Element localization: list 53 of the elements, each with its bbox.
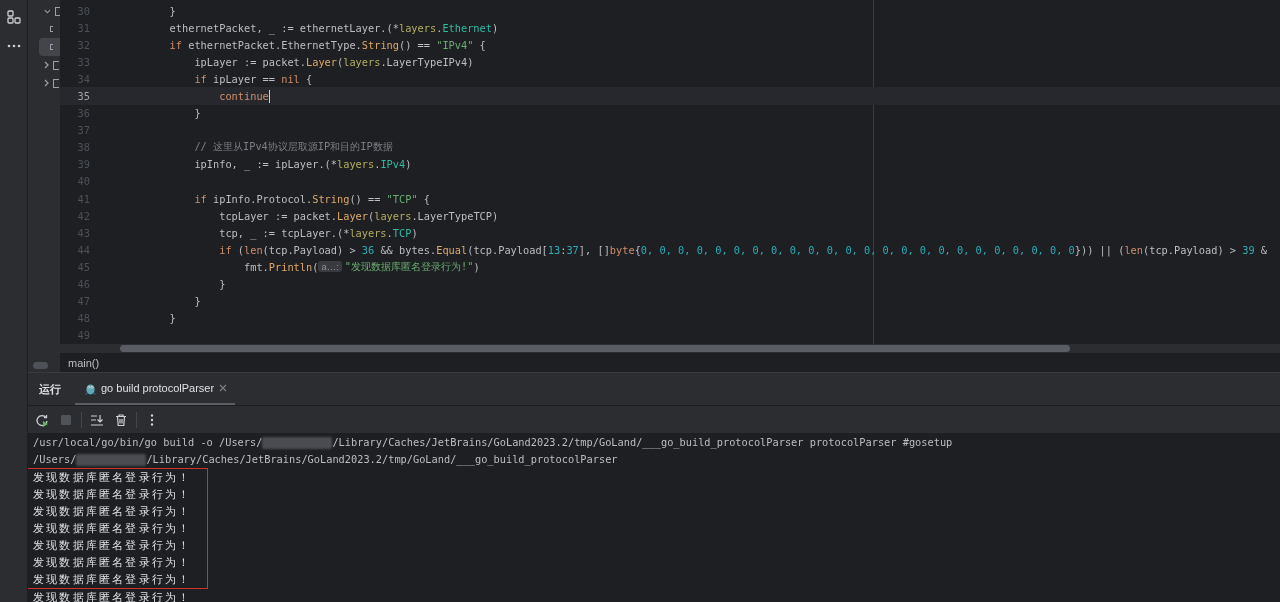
rerun-icon	[35, 412, 49, 427]
gopher-icon	[85, 381, 96, 395]
code-line: if ipLayer == nil {	[193, 72, 313, 85]
code-line: }	[218, 278, 226, 291]
console-output: 发现数据库匿名登录行为！	[33, 572, 193, 588]
console-output: 发现数据库匿名登录行为！	[33, 487, 193, 503]
file-icon	[50, 26, 53, 32]
more-icon	[150, 412, 154, 427]
redacted-block	[76, 453, 147, 466]
tree-item[interactable]	[39, 38, 60, 56]
text-caret	[268, 89, 271, 103]
code-line: }	[193, 107, 201, 120]
code-line: ipLayer := packet.Layer(layers.LayerTypeIPv4)	[193, 55, 474, 68]
code-line: fmt.Println( a…: "发现数据库匿名登录行为!")	[243, 259, 480, 274]
trash-icon	[114, 412, 128, 427]
code-line: tcpLayer := packet.Layer(layers.LayerTypeTCP)	[218, 209, 499, 222]
breadcrumb[interactable]: main()	[68, 356, 100, 369]
redacted-block	[262, 436, 333, 449]
chevron-right-icon	[44, 61, 49, 69]
console-output: 发现数据库匿名登录行为！	[33, 504, 193, 520]
console-text: /Users/	[33, 452, 77, 467]
close-icon[interactable]	[219, 384, 228, 392]
file-icon	[50, 44, 53, 50]
console-text: /Library/Caches/JetBrains/GoLand2023.2/tmp/GoLand/___go_build_protocolParser protocolParser #gosetup	[332, 435, 953, 451]
code-line: continue	[218, 89, 271, 103]
code-line: }	[168, 4, 176, 17]
code-line: ethernetPacket, _ := ethernetLayer.(*layers.Ethernet)	[168, 21, 499, 34]
horizontal-scrollbar[interactable]	[60, 344, 1280, 353]
more-icon[interactable]	[6, 44, 21, 48]
console-output: 发现数据库匿名登录行为！	[33, 470, 193, 486]
code-line: // 这里从IPv4协议层取源IP和目的IP数据	[193, 140, 393, 155]
code-line: ipInfo, _ := ipLayer.(*layers.IPv4)	[193, 158, 412, 171]
structure-icon[interactable]	[6, 10, 21, 24]
console-output: 发现数据库匿名登录行为！	[33, 590, 193, 602]
code-line: tcp, _ := tcpLayer.(*layers.TCP)	[218, 226, 418, 239]
chevron-right-icon	[44, 79, 49, 87]
console-output: 发现数据库匿名登录行为！	[33, 555, 193, 571]
code-line: }	[168, 312, 176, 325]
code-line: if ipInfo.Protocol.String() == "TCP" {	[193, 192, 430, 205]
line-number: 35	[76, 90, 90, 102]
stop-icon	[59, 412, 73, 427]
code-line: if (len(tcp.Payload) > 36 && bytes.Equal(tcp.Payload[13:37], []byte{0, 0, 0, 0, 0, 0, 0, 0, 0, 0, 0, 0, 0, 0, 0, 0, 0, 0, 0, 0, 0, 0, 0, 0})) || (len(tcp.Payload) > 39 &	[218, 243, 1268, 256]
scroll-thumb[interactable]	[33, 362, 48, 369]
console-text: /usr/local/go/bin/go build -o /Users/	[33, 435, 263, 450]
folder-icon	[54, 6, 60, 16]
scroll-to-end-icon	[90, 412, 104, 427]
chevron-down-icon	[44, 8, 51, 14]
console-output: 发现数据库匿名登录行为！	[33, 538, 193, 554]
code-line: if ethernetPacket.EthernetType.String() == "IPv4" {	[168, 38, 486, 51]
console-output: 发现数据库匿名登录行为！	[33, 521, 193, 537]
code-line: }	[193, 295, 201, 308]
tool-window-title: 运行	[39, 381, 61, 397]
console-text: /Library/Caches/JetBrains/GoLand2023.2/tmp/GoLand/___go_build_protocolParser	[146, 452, 618, 468]
